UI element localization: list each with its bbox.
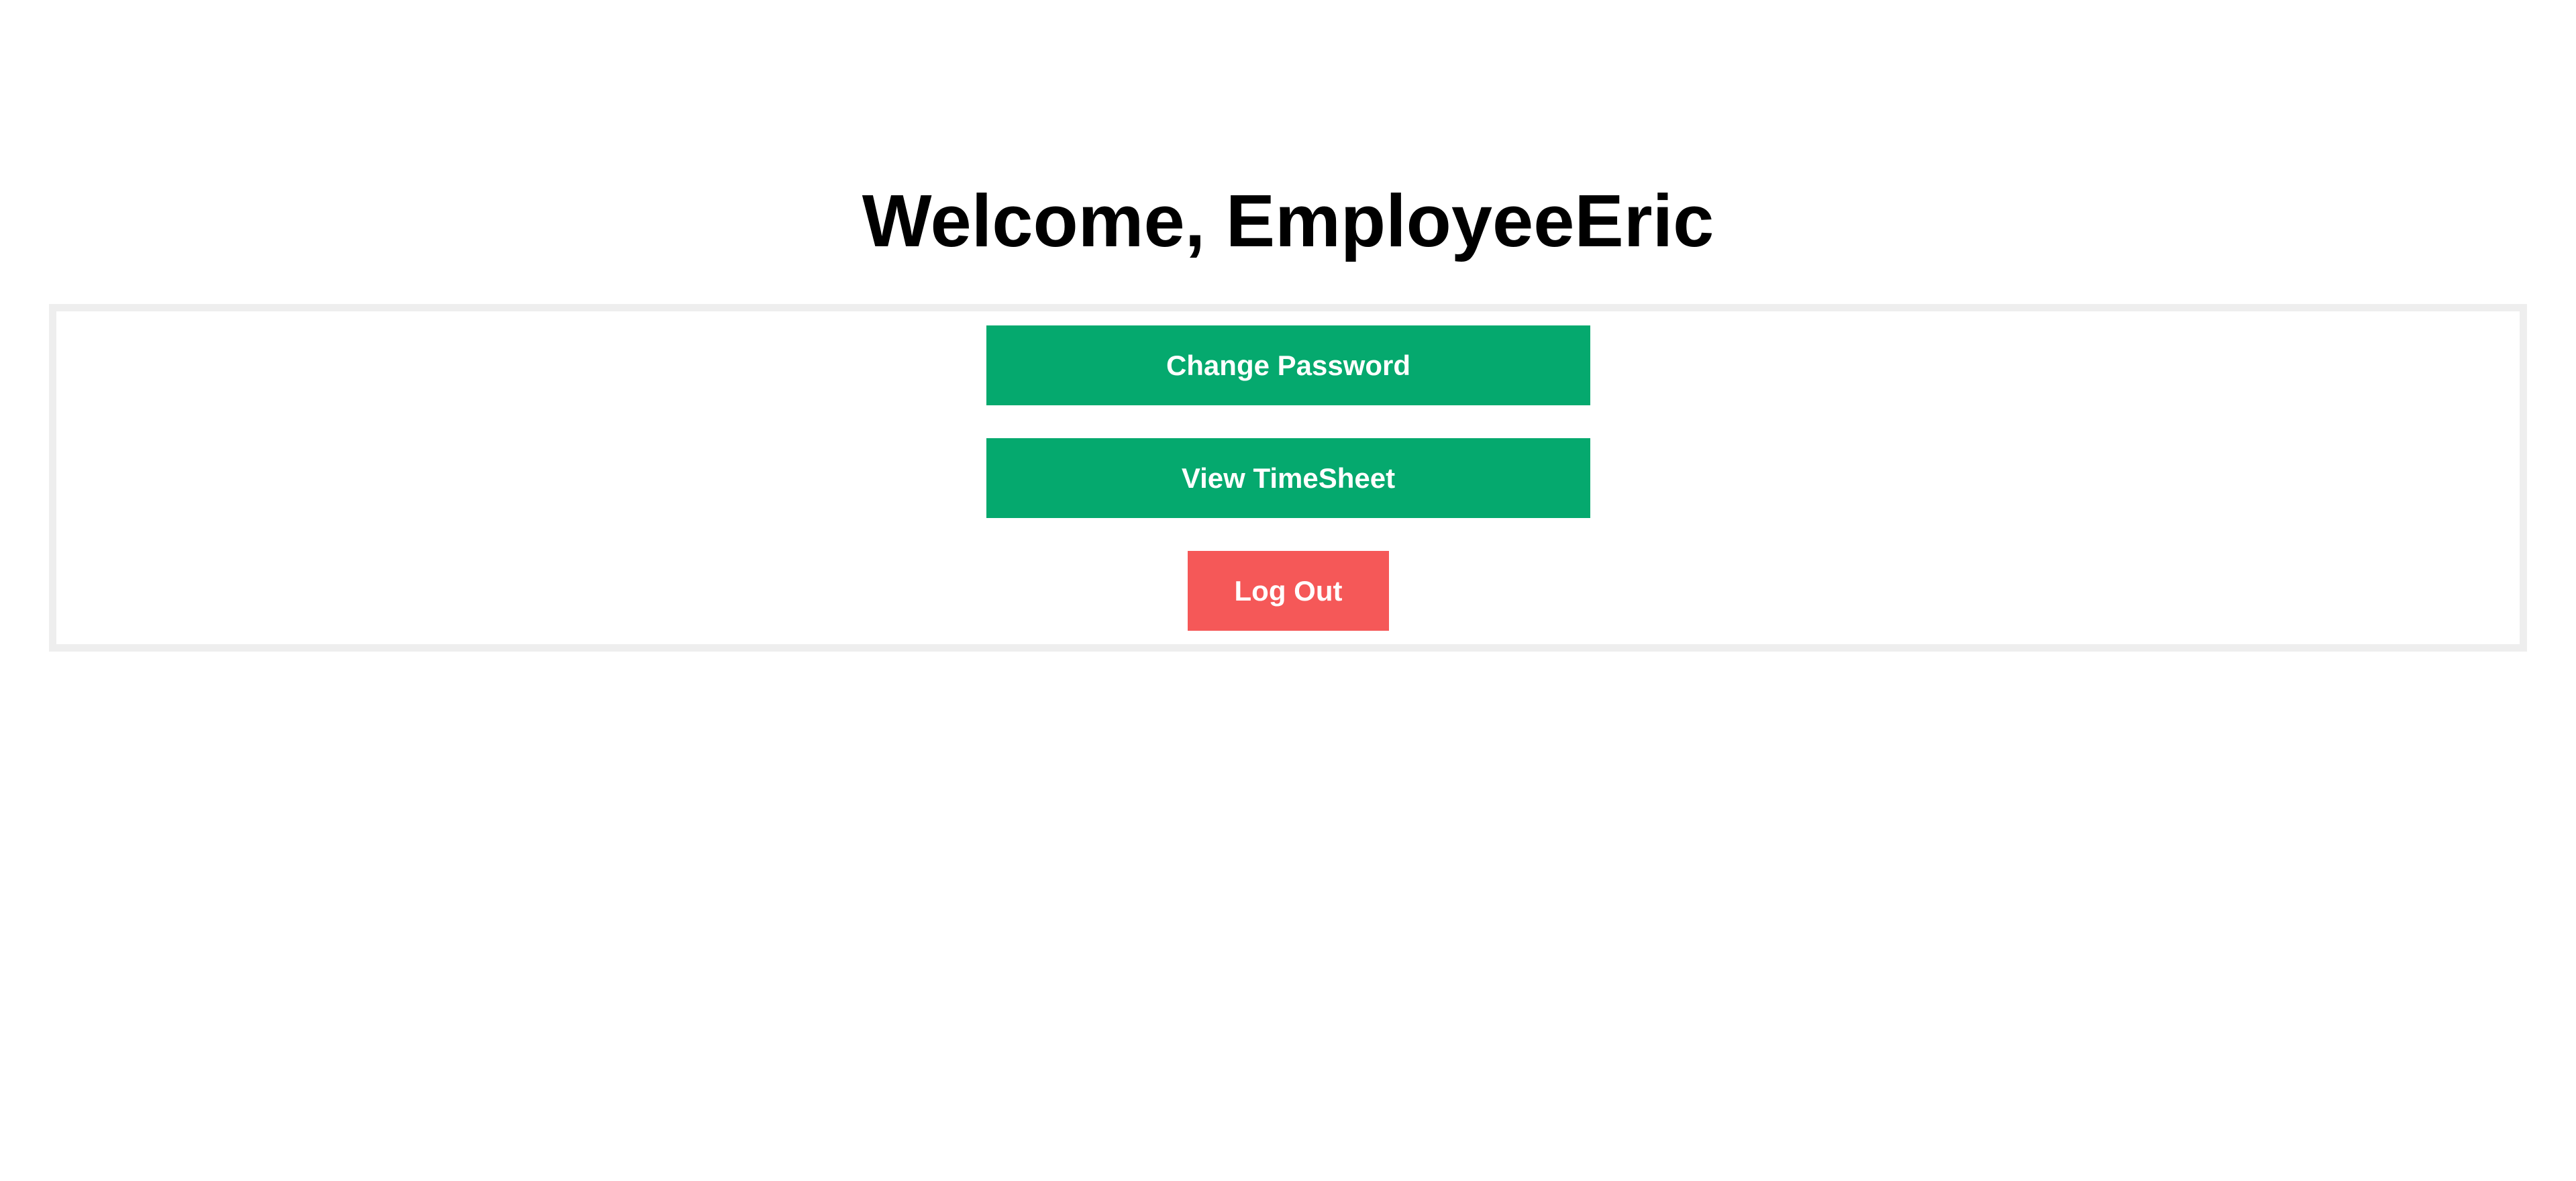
page: Welcome, EmployeeEric Change Password Vi… — [0, 0, 2576, 1181]
change-password-button[interactable]: Change Password — [986, 325, 1590, 405]
page-title: Welcome, EmployeeEric — [862, 180, 1714, 262]
view-timesheet-button[interactable]: View TimeSheet — [986, 438, 1590, 518]
logout-button[interactable]: Log Out — [1188, 551, 1389, 631]
